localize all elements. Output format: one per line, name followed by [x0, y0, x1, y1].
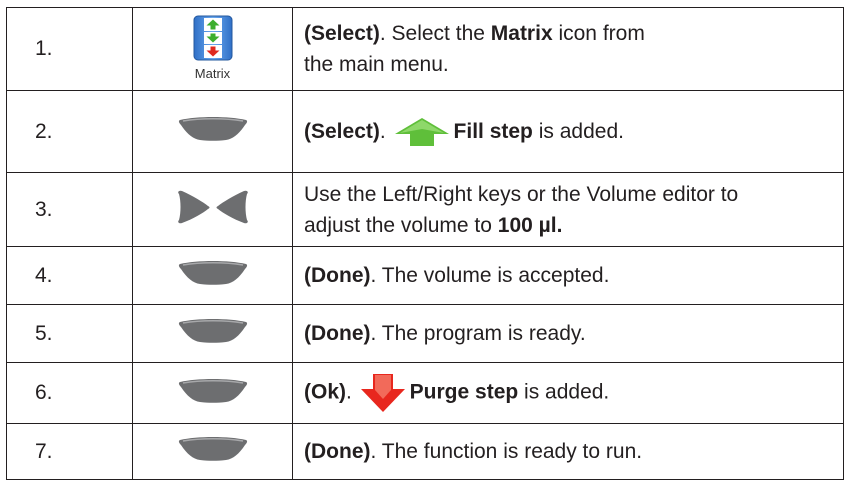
- step-instruction: (Done). The volume is accepted.: [292, 246, 844, 305]
- table-row: 4. (Done). The volume is accepted.: [6, 246, 844, 305]
- table-row: 5. (Done). The program is ready.: [6, 304, 844, 363]
- softkey-button-icon: [178, 319, 247, 343]
- step-number: 3.: [6, 172, 133, 247]
- softkey-button-icon: [178, 437, 247, 461]
- icon-cell: [132, 90, 293, 173]
- icon-cell: Matrix: [132, 7, 293, 91]
- green-up-arrow-icon: [394, 118, 449, 147]
- matrix-app-icon: Matrix: [183, 15, 243, 81]
- step-instruction: (Ok). Purge step is added.: [292, 362, 844, 424]
- icon-cell: [132, 172, 293, 247]
- step-instruction: Use the Left/Right keys or the Volume ed…: [292, 172, 844, 247]
- left-right-keys-icon: [177, 190, 248, 224]
- step-instruction: (Select). Fill step is added.: [292, 90, 844, 173]
- softkey-button-icon: [178, 117, 247, 141]
- red-down-arrow-icon: [360, 374, 405, 412]
- step-number: 4.: [6, 246, 133, 305]
- step-number: 7.: [6, 423, 133, 480]
- softkey-button-icon: [178, 261, 247, 285]
- steps-table: 1. Matrix (Select). Select the Matrix ic…: [6, 7, 844, 480]
- step-number: 5.: [6, 304, 133, 363]
- table-row: 7. (Done). The function is ready to run.: [6, 423, 844, 480]
- icon-cell: [132, 423, 293, 480]
- step-number: 1.: [6, 7, 133, 91]
- icon-cell: [132, 362, 293, 424]
- softkey-button-icon: [178, 378, 247, 403]
- step-instruction: (Select). Select the Matrix icon from th…: [292, 7, 844, 91]
- step-number: 2.: [6, 90, 133, 173]
- table-row: 3. Use the Left/Right keys or the Volume…: [6, 172, 844, 247]
- step-instruction: (Done). The function is ready to run.: [292, 423, 844, 480]
- icon-cell: [132, 246, 293, 305]
- step-number: 6.: [6, 362, 133, 424]
- icon-cell: [132, 304, 293, 363]
- table-row: 2. (Select). Fill step is added.: [6, 90, 844, 173]
- matrix-icon-caption: Matrix: [194, 66, 231, 81]
- table-row: 1. Matrix (Select). Select the Matrix ic…: [6, 7, 844, 91]
- table-row: 6. (Ok). Purge step is added.: [6, 362, 844, 424]
- step-instruction: (Done). The program is ready.: [292, 304, 844, 363]
